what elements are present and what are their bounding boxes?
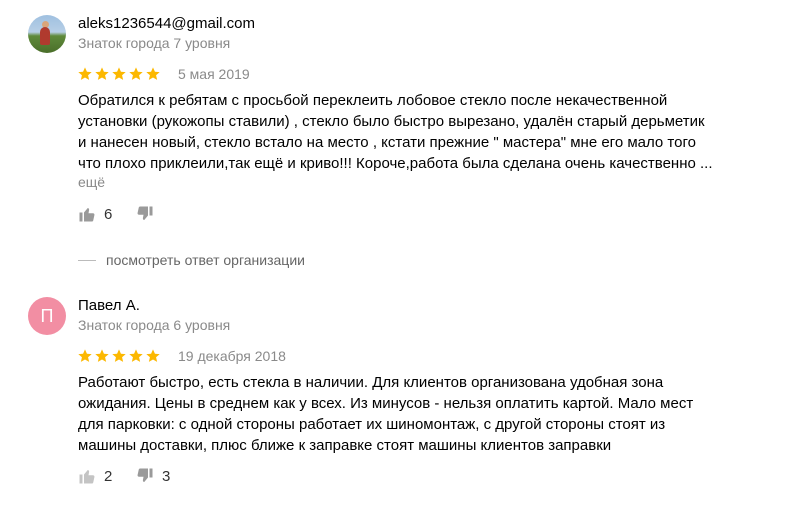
review-author[interactable]: aleks1236544@gmail.com — [78, 15, 255, 32]
avatar[interactable] — [28, 15, 66, 53]
star-icon — [95, 67, 109, 80]
thumbs-up-icon — [79, 208, 95, 222]
like-count: 6 — [104, 205, 113, 223]
thumbs-up-icon — [79, 470, 95, 484]
divider — [78, 259, 96, 261]
avatar-letter: П — [40, 305, 54, 326]
author-level: Знаток города 7 уровня — [78, 35, 231, 51]
review-text: Работают быстро, есть стекла в наличии. … — [78, 372, 758, 456]
dislike-button[interactable] — [136, 205, 162, 223]
review-author[interactable]: Павел А. — [78, 297, 140, 314]
review-date: 5 мая 2019 — [178, 66, 250, 82]
review-text: Обратился к ребятам с просьбой переклеит… — [78, 90, 758, 174]
like-count: 2 — [104, 467, 113, 485]
author-level: Знаток города 6 уровня — [78, 317, 231, 333]
star-icon — [95, 349, 109, 362]
review-text-line: Работают быстро, есть стекла в наличии. … — [78, 374, 664, 391]
dislike-button[interactable]: 3 — [136, 467, 170, 485]
rating-stars — [77, 66, 161, 82]
view-org-answer-label[interactable]: посмотреть ответ организации — [106, 252, 305, 268]
review-text-line: установки (рукожопы ставили) , стекло бы… — [78, 113, 705, 130]
expand-link[interactable]: ещё — [78, 174, 105, 190]
dislike-count: 3 — [162, 467, 171, 485]
like-button[interactable]: 2 — [78, 467, 112, 485]
rating-stars — [77, 348, 161, 364]
view-org-answer-link[interactable]: посмотреть ответ организации — [78, 252, 305, 268]
star-icon — [78, 349, 92, 362]
review-text-line: для парковки: с одной стороны работает и… — [78, 416, 666, 433]
review-text-line: машины доставки, плюс ближе к заправке с… — [78, 437, 612, 454]
review-text-line: и нанесен новый, стекло встало на место … — [78, 134, 696, 151]
thumbs-down-icon — [137, 468, 153, 482]
thumbs-down-icon — [137, 206, 153, 220]
review-text-line: ожидания. Цены в среднем как у всех. Из … — [78, 395, 694, 412]
review-text-line: что плохо приклеили,так ещё и криво!!! К… — [78, 155, 713, 172]
star-icon — [129, 349, 143, 362]
star-icon — [112, 349, 126, 362]
avatar[interactable]: П — [28, 297, 66, 335]
review-date: 19 декабря 2018 — [178, 348, 286, 364]
star-icon — [146, 349, 160, 362]
like-button[interactable]: 6 — [78, 205, 112, 223]
star-icon — [78, 67, 92, 80]
star-icon — [129, 67, 143, 80]
review-text-line: Обратился к ребятам с просьбой переклеит… — [78, 92, 668, 109]
star-icon — [112, 67, 126, 80]
star-icon — [146, 67, 160, 80]
